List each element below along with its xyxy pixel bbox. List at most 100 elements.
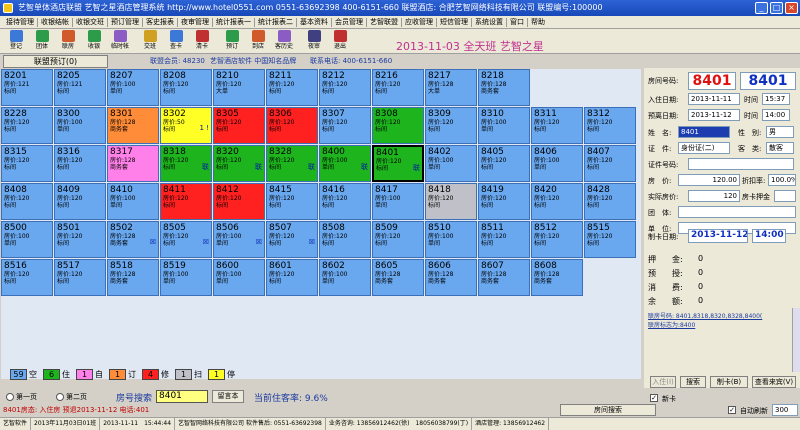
room-cell[interactable]: 8419 房价:120 标间: [478, 183, 530, 220]
page2-label[interactable]: 第二页: [66, 392, 87, 402]
checkout-date-field[interactable]: 2013-11-12: [688, 109, 740, 121]
room-cell[interactable]: 8405 房价:120 标间: [478, 145, 530, 182]
menu-item-6[interactable]: 统计报表一: [213, 16, 254, 28]
menu-item-7[interactable]: 统计报表二: [255, 16, 296, 28]
linked-rooms-link[interactable]: 联房号码: 8401,8318,8320,8328,8400(: [648, 311, 762, 320]
room-search-input[interactable]: 8401: [156, 390, 208, 403]
room-cell[interactable]: 8315 房价:120 标间: [1, 145, 53, 182]
room-cell[interactable]: 8309 房价:120 标间: [425, 107, 477, 144]
card-deposit-field[interactable]: [774, 190, 796, 202]
room-cell[interactable]: 8502 房价:128 商务套 ☒: [107, 221, 159, 258]
id-type-field[interactable]: 身份证(二): [678, 142, 730, 154]
message-book-button[interactable]: 留言本: [212, 390, 244, 403]
room-cell[interactable]: 8501 房价:120 标间: [54, 221, 106, 258]
auto-refresh-checkbox[interactable]: ✓: [728, 406, 736, 414]
room-cell[interactable]: 8402 房价:100 单间: [425, 145, 477, 182]
guest-type-field[interactable]: 散客: [766, 142, 794, 154]
room-cell[interactable]: 8509 房价:120 标间: [372, 221, 424, 258]
room-cell[interactable]: 8217 房价:128 大单: [425, 69, 477, 106]
toolbar-button-8[interactable]: 预订: [219, 29, 245, 53]
room-number-field[interactable]: 8401: [688, 72, 736, 90]
discount-field[interactable]: 100.0%: [768, 174, 796, 186]
room-cell[interactable]: 8401 房价:120 标间联: [372, 145, 424, 182]
checkout-time-field[interactable]: 14:00: [762, 109, 790, 121]
room-cell[interactable]: 8602 房价:100 单间: [319, 259, 371, 296]
legend-count[interactable]: 1: [109, 369, 126, 380]
checkin-time-field[interactable]: 15:37: [762, 93, 790, 105]
menu-item-10[interactable]: 艺智联盟: [367, 16, 401, 28]
legend-count[interactable]: 1: [175, 369, 192, 380]
room-cell[interactable]: 8305 房价:120 标间: [213, 107, 265, 144]
room-cell[interactable]: 8212 房价:120 标间: [319, 69, 371, 106]
menu-item-3[interactable]: 预订管理: [108, 16, 142, 28]
room-cell[interactable]: 8505 房价:120 标间 ☒: [160, 221, 212, 258]
room-cell[interactable]: 8201 房价:121 标间: [1, 69, 53, 106]
page1-label[interactable]: 第一页: [16, 392, 37, 402]
room-cell[interactable]: 8211 房价:120 标间: [266, 69, 318, 106]
close-button[interactable]: ×: [785, 2, 798, 14]
room-cell[interactable]: 8207 房价:100 单间: [107, 69, 159, 106]
room-cell[interactable]: 8317 房价:128 商务套: [107, 145, 159, 182]
room-cell[interactable]: 8412 房价:120 标间: [213, 183, 265, 220]
guest-name-field[interactable]: 8401: [678, 126, 730, 138]
room-cell[interactable]: 8416 房价:120 标间: [319, 183, 371, 220]
room-cell[interactable]: 8210 房价:120 大单: [213, 69, 265, 106]
checkin-date-field[interactable]: 2013-11-11: [688, 93, 740, 105]
room-cell[interactable]: 8607 房价:128 商务套: [478, 259, 530, 296]
menu-item-15[interactable]: 帮助: [528, 16, 548, 28]
room-cell[interactable]: 8307 房价:120 标间: [319, 107, 371, 144]
room-cell[interactable]: 8411 房价:120 标间: [160, 183, 212, 220]
room-cell[interactable]: 8511 房价:120 标间: [478, 221, 530, 258]
room-cell[interactable]: 8328 房价:120 标间联: [266, 145, 318, 182]
room-cell[interactable]: 8507 房价:120 标间 ☒: [266, 221, 318, 258]
menu-item-4[interactable]: 客史报表: [143, 16, 177, 28]
room-cell[interactable]: 8407 房价:120 标间: [584, 145, 636, 182]
menu-item-5[interactable]: 夜审管理: [178, 16, 212, 28]
toolbar-button-2[interactable]: 联房: [55, 29, 81, 53]
menu-item-9[interactable]: 会员管理: [332, 16, 366, 28]
room-cell[interactable]: 8308 房价:120 标间: [372, 107, 424, 144]
room-cell[interactable]: 8517 房价:120 标间: [54, 259, 106, 296]
menu-item-1[interactable]: 收银结帐: [38, 16, 72, 28]
new-card-checkbox[interactable]: ✓: [650, 394, 658, 402]
toolbar-button-4[interactable]: 临时帐: [107, 29, 133, 53]
room-cell[interactable]: 8608 房价:128 商务套: [531, 259, 583, 296]
room-cell[interactable]: 8310 房价:100 单间: [478, 107, 530, 144]
room-cell[interactable]: 8519 房价:100 单间: [160, 259, 212, 296]
auto-refresh-interval[interactable]: 300: [772, 404, 798, 416]
toolbar-button-1[interactable]: 团体: [29, 29, 55, 53]
gender-field[interactable]: 男: [766, 126, 794, 138]
search-button[interactable]: 搜索: [680, 376, 706, 388]
room-cell[interactable]: 8306 房价:120 标间: [266, 107, 318, 144]
linked-flag-link[interactable]: 联房标志为:8400: [648, 320, 695, 329]
make-card-button[interactable]: 制卡(B): [710, 376, 748, 388]
toolbar-button-6[interactable]: 查卡: [163, 29, 189, 53]
room-cell[interactable]: 8320 房价:120 标间联: [213, 145, 265, 182]
room-cell[interactable]: 8216 房价:120 标间: [372, 69, 424, 106]
group-field[interactable]: [678, 206, 796, 218]
room-cell[interactable]: 8409 房价:120 标间: [54, 183, 106, 220]
room-cell[interactable]: 8311 房价:120 标间: [531, 107, 583, 144]
room-cell[interactable]: 8601 房价:120 标间: [266, 259, 318, 296]
room-cell[interactable]: 8600 房价:100 单间: [213, 259, 265, 296]
view-guest-button[interactable]: 查看来宾(V): [752, 376, 796, 388]
toolbar-button-3[interactable]: 收银: [81, 29, 107, 53]
room-cell[interactable]: 8508 房价:120 标间: [319, 221, 371, 258]
room-cell[interactable]: 8510 房价:100 单间: [425, 221, 477, 258]
room-cell[interactable]: 8415 房价:120 标间: [266, 183, 318, 220]
room-cell[interactable]: 8420 房价:120 标间: [531, 183, 583, 220]
id-number-field[interactable]: [688, 158, 794, 170]
room-cell[interactable]: 8500 房价:100 单间: [1, 221, 53, 258]
page1-radio[interactable]: [6, 393, 14, 401]
room-cell[interactable]: 8301 房价:128 商务套: [107, 107, 159, 144]
room-cell[interactable]: 8408 房价:120 标间: [1, 183, 53, 220]
room-cell[interactable]: 8218 房价:128 商务套: [478, 69, 530, 106]
room-price-field[interactable]: 120.00: [678, 174, 740, 186]
menu-item-13[interactable]: 系统设置: [472, 16, 506, 28]
legend-count[interactable]: 59: [10, 369, 27, 380]
room-cell[interactable]: 8406 房价:100 单间: [531, 145, 583, 182]
panel-scrollbar[interactable]: [792, 308, 800, 372]
room-cell[interactable]: 8316 房价:120 标间: [54, 145, 106, 182]
room-cell[interactable]: 8506 房价:100 单间 ☒: [213, 221, 265, 258]
room-cell[interactable]: 8302 房价:50 标间 1 !: [160, 107, 212, 144]
